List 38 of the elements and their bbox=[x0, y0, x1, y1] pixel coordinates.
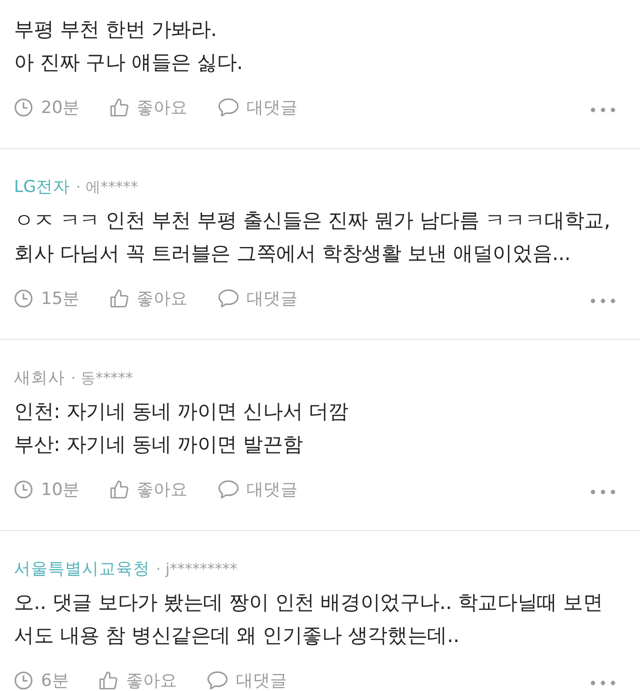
like-button[interactable]: 좋아요 bbox=[110, 478, 188, 500]
author-id: · 동***** bbox=[71, 368, 134, 388]
time-ago: 20분 bbox=[41, 96, 80, 118]
reply-button[interactable]: 대댓글 bbox=[218, 96, 298, 118]
company-name: 새회사 bbox=[14, 367, 65, 389]
reply-button[interactable]: 대댓글 bbox=[218, 478, 298, 500]
thumbs-up-icon bbox=[98, 670, 118, 690]
more-icon[interactable] bbox=[590, 489, 616, 495]
comment-text: 부평 부천 한번 가봐라. 아 진짜 구나 얘들은 싫다. bbox=[14, 16, 244, 76]
more-icon[interactable] bbox=[590, 107, 616, 113]
more-icon[interactable] bbox=[590, 680, 616, 686]
clock-icon bbox=[14, 480, 33, 498]
speech-bubble-icon bbox=[218, 98, 239, 116]
thumbs-up-icon bbox=[110, 480, 129, 498]
thumbs-up-icon bbox=[110, 288, 129, 308]
speech-bubble-icon bbox=[218, 480, 239, 498]
reply-button[interactable]: 대댓글 bbox=[218, 286, 298, 310]
author-id: · 에***** bbox=[76, 178, 138, 196]
clock-icon bbox=[14, 670, 33, 690]
clock-icon bbox=[14, 288, 33, 308]
clock-icon bbox=[14, 98, 33, 116]
company-name: 서울특별시교육청 bbox=[14, 558, 150, 580]
reply-button[interactable]: 대댓글 bbox=[206, 668, 287, 691]
comment-text: 인천: 자기네 동네 까이면 신나서 더깜 부산: 자기네 동네 까이면 발끈함 bbox=[14, 398, 350, 458]
comment-text: 오.. 댓글 보다가 봤는데 짱이 인천 배경이었구나.. 학교다닐때 보면 서도 내용 참 병신같은데 왜 인기좋나 생각했는데.. bbox=[14, 589, 604, 649]
like-button[interactable]: 좋아요 bbox=[110, 286, 188, 310]
time-ago: 10분 bbox=[41, 478, 80, 500]
author-id: · j********* bbox=[156, 560, 238, 578]
comment-text: ㅇㅈ ㅋㅋ 인천 부천 부평 출신들은 진짜 뭔가 남다름 ㅋㅋㅋ대학교, 회사 다님서 꼭 트러블은 그쪽에서 학창생활 보낸 애덜이었음... bbox=[14, 207, 612, 267]
thumbs-up-icon bbox=[110, 98, 129, 116]
time-ago: 6분 bbox=[41, 670, 69, 691]
speech-bubble-icon bbox=[218, 288, 239, 308]
more-icon[interactable] bbox=[590, 298, 616, 304]
company-name: LG전자 bbox=[14, 176, 70, 198]
speech-bubble-icon bbox=[206, 670, 228, 690]
like-button[interactable]: 좋아요 bbox=[98, 668, 177, 691]
like-button[interactable]: 좋아요 bbox=[110, 96, 188, 118]
time-ago: 15분 bbox=[41, 288, 80, 310]
